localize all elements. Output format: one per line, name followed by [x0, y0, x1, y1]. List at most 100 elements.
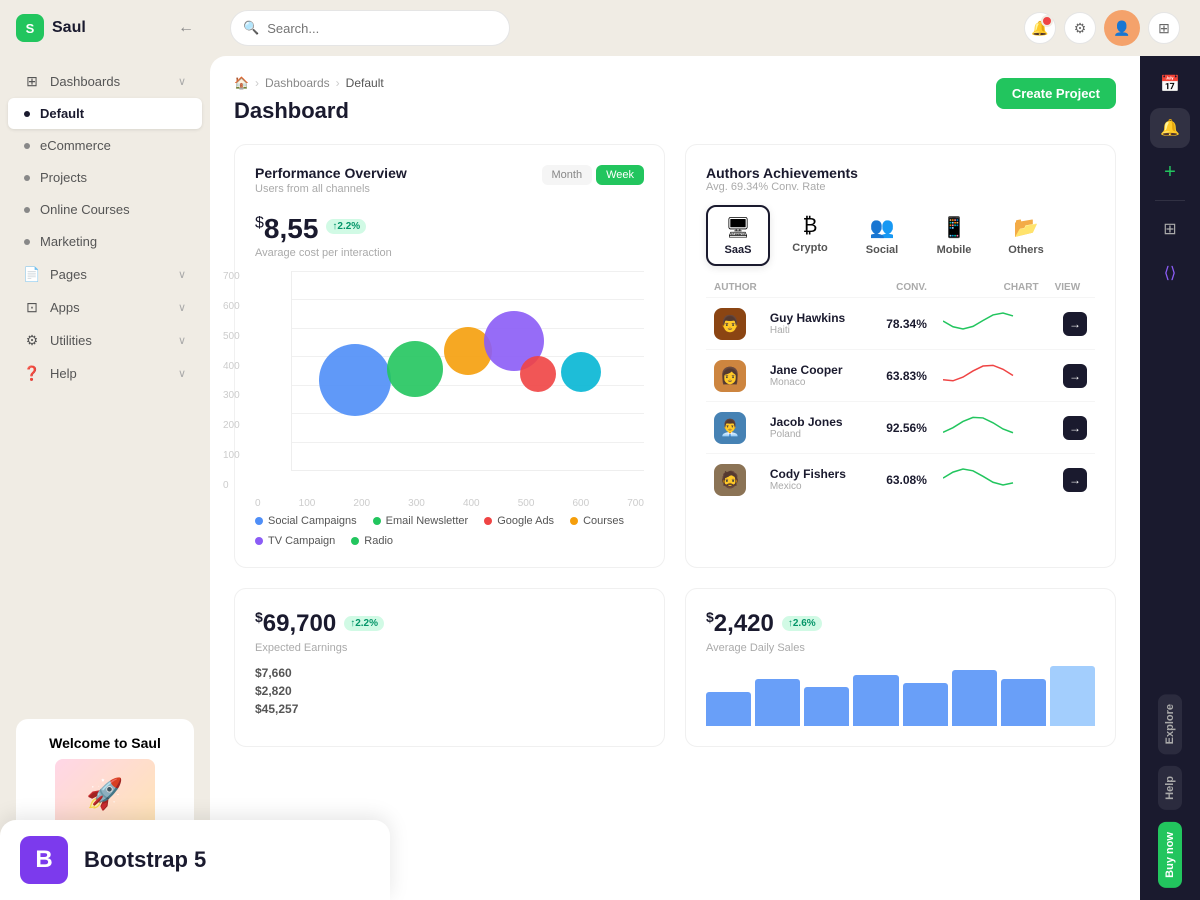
conv-cell: 78.34% [869, 298, 935, 350]
earnings-card: $69,700 ↑2.2% Expected Earnings $7,660$2… [234, 588, 665, 747]
daily-sales-card: $2,420 ↑2.6% Average Daily Sales [685, 588, 1116, 747]
nav-dot [24, 143, 30, 149]
conv-value: 63.08% [886, 473, 927, 487]
view-button[interactable]: → [1063, 312, 1087, 336]
performance-card: Performance Overview Users from all chan… [234, 144, 665, 568]
sidebar-item-default[interactable]: Default [8, 98, 202, 129]
create-project-button[interactable]: Create Project [996, 78, 1116, 109]
bar [903, 683, 948, 726]
view-button[interactable]: → [1063, 364, 1087, 388]
earnings-value: $69,700 [255, 609, 336, 638]
rail-bell-icon[interactable]: 🔔 [1150, 108, 1190, 148]
search-box[interactable]: 🔍 [230, 10, 510, 46]
back-icon[interactable]: ← [178, 19, 194, 37]
rail-grid-icon[interactable]: ⊞ [1150, 209, 1190, 249]
x-label: 100 [299, 498, 316, 509]
rail-code-icon[interactable]: ⟨⟩ [1150, 253, 1190, 293]
bar [952, 670, 997, 726]
stats-row: $69,700 ↑2.2% Expected Earnings $7,660$2… [234, 588, 1116, 747]
buy-button[interactable]: Buy now [1158, 822, 1182, 888]
bar [755, 679, 800, 726]
period-week-button[interactable]: Week [596, 165, 644, 185]
bubble-chart [291, 271, 644, 471]
sidebar-item-help[interactable]: ❓Help∨ [8, 357, 202, 389]
category-tab-others[interactable]: 📂Others [994, 205, 1058, 266]
legend-item: Courses [570, 515, 624, 527]
sidebar-item-marketing[interactable]: Marketing [8, 226, 202, 257]
earnings-item: $45,257 [255, 702, 644, 716]
y-label: 100 [223, 450, 240, 461]
sparkline-cell [935, 402, 1047, 454]
authors-table: AUTHOR CONV. CHART VIEW 👨 Guy Hawkins Ha… [706, 278, 1095, 505]
cat-icon: 👥 [870, 215, 895, 240]
sparkline-cell [935, 298, 1047, 350]
breadcrumb-home[interactable]: 🏠 [234, 76, 249, 90]
category-tab-saas[interactable]: 🖥SaaS [706, 205, 770, 266]
sidebar-item-online-courses[interactable]: Online Courses [8, 194, 202, 225]
x-label: 600 [572, 498, 589, 509]
authors-card: Authors Achievements Avg. 69.34% Conv. R… [685, 144, 1116, 568]
view-button[interactable]: → [1063, 416, 1087, 440]
daily-sales-label: Average Daily Sales [706, 642, 1095, 654]
legend-dot [484, 517, 492, 525]
sidebar-item-projects[interactable]: Projects [8, 162, 202, 193]
author-name: Jacob Jones [770, 415, 861, 429]
sidebar-item-dashboards[interactable]: ⊞Dashboards∨ [8, 65, 202, 97]
sidebar-item-utilities[interactable]: ⚙Utilities∨ [8, 324, 202, 356]
sparkline-cell [935, 350, 1047, 402]
user-avatar[interactable]: 👤 [1104, 10, 1140, 46]
col-author: AUTHOR [706, 278, 869, 298]
breadcrumb-current: Default [346, 76, 384, 90]
legend-dot [255, 517, 263, 525]
sidebar-item-pages[interactable]: 📄Pages∨ [8, 258, 202, 290]
authors-header: Authors Achievements Avg. 69.34% Conv. R… [706, 165, 1095, 193]
x-label: 300 [408, 498, 425, 509]
grid-button[interactable]: ⊞ [1148, 12, 1180, 44]
nav-label: Online Courses [40, 202, 186, 217]
cat-icon: ₿ [803, 215, 818, 238]
earnings-item: $2,820 [255, 684, 644, 698]
conv-value: 78.34% [886, 317, 927, 331]
rail-divider [1155, 200, 1185, 201]
view-button[interactable]: → [1063, 468, 1087, 492]
bar [1050, 666, 1095, 726]
breadcrumb-dashboards[interactable]: Dashboards [265, 76, 330, 90]
notifications-button[interactable]: 🔔 [1024, 12, 1056, 44]
table-row: 🧔 Cody Fishers Mexico 63.08% → [706, 454, 1095, 506]
metric-desc: Avarage cost per interaction [255, 247, 644, 259]
sidebar-nav: ⊞Dashboards∨Default eCommerce Projects Onli… [0, 56, 210, 703]
author-name: Guy Hawkins [770, 311, 861, 325]
help-button[interactable]: Help [1158, 766, 1182, 810]
rail-calendar-icon[interactable]: 📅 [1150, 64, 1190, 104]
nav-label: Utilities [50, 333, 178, 348]
legend-dot [255, 537, 263, 545]
author-info-cell: Jacob Jones Poland [762, 402, 869, 454]
nav-label: Marketing [40, 234, 186, 249]
category-tab-mobile[interactable]: 📱Mobile [922, 205, 986, 266]
sidebar-item-ecommerce[interactable]: eCommerce [8, 130, 202, 161]
cat-label: Crypto [792, 242, 827, 254]
author-avatar-cell: 👨‍💼 [706, 402, 762, 454]
earnings-label: Expected Earnings [255, 642, 644, 654]
legend-label: TV Campaign [268, 535, 335, 547]
settings-button[interactable]: ⚙ [1064, 12, 1096, 44]
nav-chevron: ∨ [178, 334, 186, 347]
search-input[interactable] [267, 21, 497, 36]
author-avatar: 👨‍💼 [714, 412, 746, 444]
x-label: 200 [353, 498, 370, 509]
promo-text: Bootstrap 5 [84, 847, 206, 873]
period-month-button[interactable]: Month [542, 165, 593, 185]
category-tab-social[interactable]: 👥Social [850, 205, 914, 266]
breadcrumb: 🏠 › Dashboards › Default [234, 76, 1116, 90]
legend-label: Courses [583, 515, 624, 527]
x-axis-labels: 0100200300400500600700 [255, 498, 644, 509]
sidebar-item-apps[interactable]: ⊡Apps∨ [8, 291, 202, 323]
legend-item: TV Campaign [255, 535, 335, 547]
category-tab-crypto[interactable]: ₿ Crypto [778, 205, 842, 266]
col-conv: CONV. [869, 278, 935, 298]
daily-sales-badge: ↑2.6% [782, 616, 822, 631]
nav-label: eCommerce [40, 138, 186, 153]
explore-button[interactable]: Explore [1158, 694, 1182, 754]
rail-plus-icon[interactable]: + [1150, 152, 1190, 192]
main-wrapper: 🔍 🔔 ⚙ 👤 ⊞ 🏠 › Dashboards › Default Dashb… [210, 0, 1200, 900]
